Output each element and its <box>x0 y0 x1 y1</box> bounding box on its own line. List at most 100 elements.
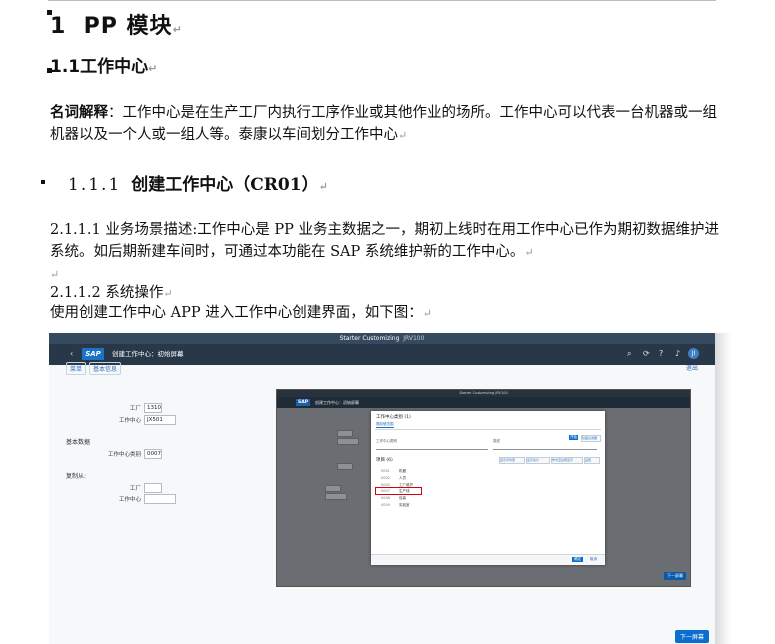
nested-window-title: Starter Customizing JRV100 <box>277 390 690 397</box>
heading-2-title: 工作中心 <box>80 57 149 77</box>
table-row[interactable]: 0002 人员 <box>377 475 603 481</box>
heading-1-number: 1 <box>50 14 67 39</box>
basic-info-button[interactable]: 基本信息 <box>89 362 122 375</box>
help-icon[interactable]: ⟳ <box>643 349 650 359</box>
table-row[interactable]: 0001 机器 <box>377 468 603 474</box>
row-text: 实验室 <box>399 503 410 507</box>
window-id: JRV100 <box>403 335 425 342</box>
workcenter-label: 工作中心 <box>118 418 141 424</box>
copy-workcenter-label: 工作中心 <box>118 497 141 503</box>
heading-2-number: 1.1 <box>50 57 81 77</box>
plant-input[interactable]: 1310 <box>144 403 162 413</box>
nested-sap-logo: SAP <box>296 399 310 406</box>
paragraph-mark: ↵ <box>524 246 534 259</box>
chevron-down-icon[interactable]: ⌄ <box>176 349 183 359</box>
bell-icon[interactable]: ♪ <box>675 349 680 359</box>
heading-2: 1.1工作中心↵ <box>50 52 157 77</box>
dialog-field-input[interactable] <box>376 444 488 450</box>
copy-plant-input[interactable] <box>144 483 162 493</box>
scenario-text: 2.1.1.1 业务场景描述:工作中心是 PP 业务主数据之一，期初上线时在用工… <box>50 222 719 260</box>
exit-link[interactable]: 退出 <box>686 363 698 372</box>
operation-paragraph: 使用创建工作中心 APP 进入工作中心创建界面，如下图：↵ <box>50 302 722 325</box>
nested-screenshot: Starter Customizing JRV100 SAP 创建工作中心：初始… <box>276 389 691 587</box>
table-row[interactable]: 0008 包装 <box>377 495 603 501</box>
copy-workcenter-input[interactable] <box>144 494 176 504</box>
table-row[interactable]: 0009 实验室 <box>377 502 603 508</box>
search-icon[interactable]: ⌕ <box>627 349 631 359</box>
category-input[interactable]: 0007 <box>144 449 162 459</box>
nested-shell-bar: SAP 创建工作中心：初始屏幕 <box>277 397 690 408</box>
paragraph-mark: ↵ <box>172 23 183 36</box>
paragraph-mark: ↵ <box>422 307 432 320</box>
nested-next-button: 下一屏幕 <box>664 572 686 580</box>
sub-menu: 菜单 基本信息 <box>66 362 124 375</box>
row-code: 0001 <box>381 469 390 473</box>
scenario-paragraph: 2.1.1.1 业务场景描述:工作中心是 PP 业务主数据之一，期初上线时在用工… <box>50 219 722 264</box>
sap-logo: SAP <box>82 348 104 360</box>
heading-3-number: 1.1.1 <box>68 175 122 195</box>
dialog-divider <box>375 429 601 430</box>
shell-bar: ‹ SAP 创建工作中心：初始屏幕 ⌄ ⌕ ⟳ ? ♪ JI <box>49 344 715 365</box>
nested-input <box>337 438 359 445</box>
avatar[interactable]: JI <box>688 348 699 359</box>
selection-highlight <box>375 487 422 495</box>
embedded-screenshot: Starter Customizing JRV100 ‹ SAP 创建工作中心：… <box>49 333 715 644</box>
row-text: 机器 <box>399 469 406 473</box>
category-label: 工作中心类别 <box>107 452 141 458</box>
row-text: 包装 <box>399 496 406 500</box>
nested-input <box>337 463 353 470</box>
heading-3: 1.1.1 创建工作中心（CR01）↵ <box>68 170 328 195</box>
nested-input <box>325 493 347 500</box>
question-icon[interactable]: ? <box>659 349 663 359</box>
definition-text: ：工作中心是在生产工厂内执行工序作业或其他作业的场所。工作中心可以代表一台机器或… <box>50 105 717 143</box>
heading-bullet <box>41 180 45 184</box>
toolbar-button[interactable]: 显示平均值 <box>499 457 525 464</box>
app-title: 创建工作中心：初始屏幕 <box>112 350 184 358</box>
copy-from-section: 复制从: <box>66 473 87 480</box>
paragraph-mark: ↵ <box>50 268 60 281</box>
workcenter-input[interactable]: JX501 <box>144 415 176 425</box>
back-icon[interactable]: ‹ <box>70 349 73 359</box>
nested-input <box>337 430 353 437</box>
dialog-tab[interactable]: 限制值范围 <box>376 422 394 428</box>
operation-title-text: 2.1.1.2 系统操作 <box>50 285 164 301</box>
nested-title: Starter Customizing <box>459 391 495 395</box>
nested-id: JRV100 <box>495 391 508 395</box>
heading-3-title: 创建工作中心（CR01） <box>131 175 319 195</box>
dialog-desc-input[interactable] <box>493 444 597 450</box>
cancel-button[interactable]: 取消 <box>590 557 597 562</box>
row-code: 0009 <box>381 503 390 507</box>
paragraph-mark: ↵ <box>148 62 158 75</box>
definition-label: 名词解释 <box>50 105 108 121</box>
row-code: 0002 <box>381 476 390 480</box>
settings-button[interactable]: 设置 <box>584 457 600 464</box>
heading-1-title: PP 模块 <box>83 14 173 39</box>
row-code: 0008 <box>381 496 390 500</box>
value-help-dialog: 工作中心类别 (1) 限制值范围 工作中心类别 描述 开始 隐藏过滤器 项目 (… <box>371 411 605 565</box>
row-text: 人员 <box>399 476 406 480</box>
next-screen-button[interactable]: 下一屏幕 <box>674 630 709 643</box>
document-page: 1 PP 模块↵ 1.1工作中心↵ 名词解释：工作中心是在生产工厂内执行工序作业… <box>0 0 775 644</box>
basic-data-section: 基本数据 <box>66 439 91 446</box>
toolbar-button[interactable]: 作为空白值显示 <box>551 457 583 464</box>
hide-filter-button[interactable]: 隐藏过滤器 <box>581 435 601 442</box>
items-header: 项目 (6) <box>376 458 393 463</box>
nested-app-title: 创建工作中心：初始屏幕 <box>315 400 359 405</box>
window-title: Starter Customizing <box>339 335 400 342</box>
plant-label: 工厂 <box>129 406 141 412</box>
dialog-footer: 确定 取消 <box>371 554 605 565</box>
operation-text: 使用创建工作中心 APP 进入工作中心创建界面，如下图： <box>50 305 423 321</box>
ok-button[interactable]: 确定 <box>572 557 583 562</box>
toolbar-button[interactable]: 显示总计 <box>526 457 550 464</box>
page-edge-shadow <box>715 333 731 644</box>
copy-plant-label: 工厂 <box>129 486 141 492</box>
paragraph-mark: ↵ <box>318 180 328 193</box>
paragraph-mark: ↵ <box>163 287 173 300</box>
paragraph-mark: ↵ <box>398 129 408 142</box>
window-title-bar: Starter Customizing JRV100 <box>49 333 715 344</box>
heading-1: 1 PP 模块↵ <box>50 8 183 40</box>
menu-button[interactable]: 菜单 <box>66 362 87 375</box>
page-top-rule <box>48 0 716 1</box>
dialog-title: 工作中心类别 (1) <box>376 415 411 420</box>
go-button[interactable]: 开始 <box>569 435 578 440</box>
